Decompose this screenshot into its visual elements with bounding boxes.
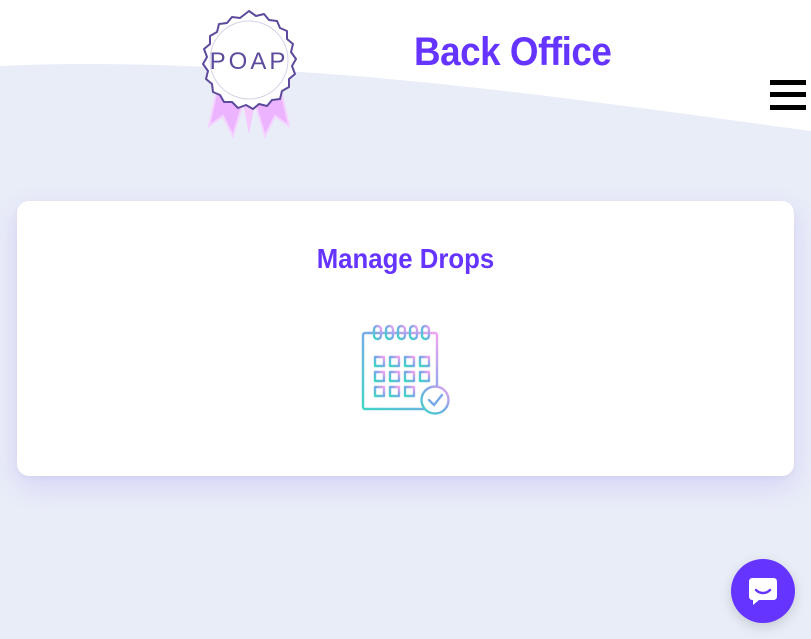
card-title-text: Manage Drops <box>316 243 495 274</box>
page-title: Back Office <box>414 30 612 74</box>
card-title: Manage Drops <box>17 239 794 279</box>
chat-bubble-icon <box>749 578 777 605</box>
support-chat-button[interactable] <box>731 559 795 623</box>
manage-drops-card[interactable]: Manage Drops <box>17 201 794 476</box>
logo-text: POAP <box>210 48 289 75</box>
calendar-check-icon <box>361 324 450 415</box>
poap-logo[interactable]: POAP <box>195 8 303 140</box>
back-office-page: POAP Back Office Manage Drops <box>0 0 811 639</box>
hamburger-menu-icon[interactable] <box>770 80 806 110</box>
header-wave-background <box>0 0 811 131</box>
